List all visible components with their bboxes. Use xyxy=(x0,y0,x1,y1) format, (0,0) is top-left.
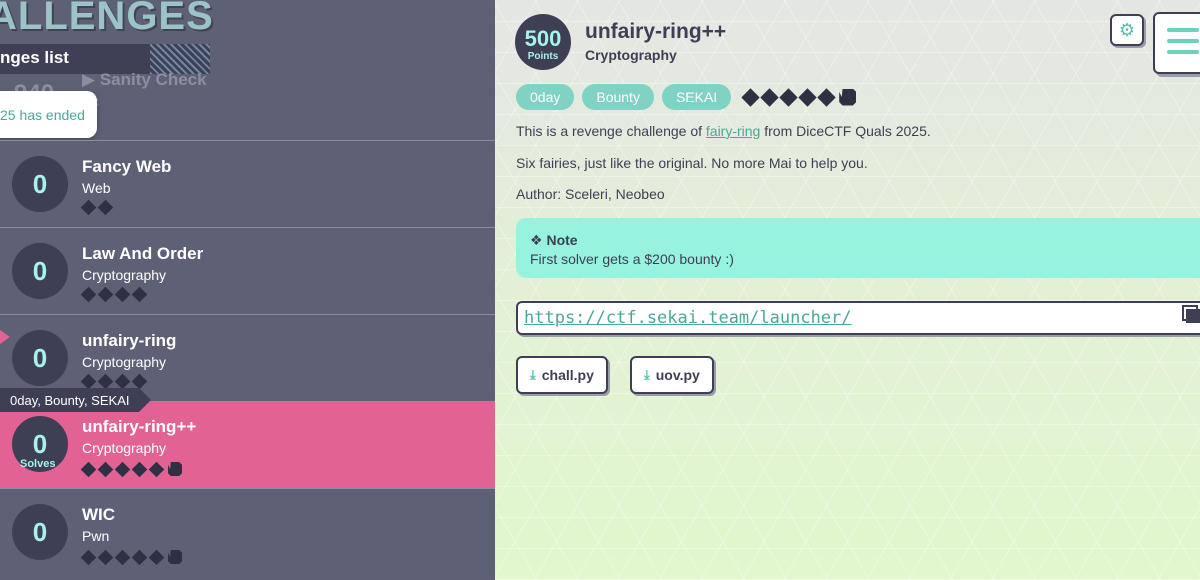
diamond-cluster-icon: ❖ xyxy=(530,232,543,248)
challenge-sidebar: ALLENGES nges list 940 ▶ Sanity Check is… xyxy=(0,0,495,580)
diamond-icon xyxy=(97,286,114,303)
diamond-icon xyxy=(114,461,131,477)
desc-text: This is a revenge challenge of xyxy=(516,123,706,139)
hamburger-line xyxy=(1167,39,1199,43)
solves-badge: 0 xyxy=(12,504,68,560)
challenge-item[interactable]: 0 Law And Order Cryptography xyxy=(0,227,495,314)
challenge-list: 0 Fancy Web Web 0 Law And Order Cryptogr… xyxy=(0,140,495,575)
diamond-icon xyxy=(114,286,131,303)
fairy-ring-link[interactable]: fairy-ring xyxy=(706,123,760,139)
diamond-icon xyxy=(97,549,114,565)
challenge-name: WIC xyxy=(82,505,116,524)
challenges-list-subtitle: nges list xyxy=(0,48,69,67)
points-value: 500 xyxy=(524,26,562,51)
diamond-icon xyxy=(131,373,148,390)
challenge-item[interactable]: 0 Fancy Web Web xyxy=(0,140,495,227)
diamond-icon xyxy=(97,461,114,477)
tag-0day: 0day xyxy=(516,84,575,110)
extreme-diamond-icon xyxy=(168,462,182,476)
desc-text: from DiceCTF Quals 2025. xyxy=(760,123,931,139)
solves-badge: 0 xyxy=(12,243,68,299)
difficulty-diamonds xyxy=(80,373,148,390)
gear-icon: ⚙ xyxy=(1118,19,1136,40)
difficulty-diamonds xyxy=(80,460,183,478)
tag-bounty: Bounty xyxy=(582,84,654,110)
description-line-2: Six fairies, just like the original. No … xyxy=(516,155,868,171)
challenge-detail-panel: 500 Points unfairy-ring++ Cryptography ⚙… xyxy=(495,0,1200,580)
extreme-diamond-icon xyxy=(168,550,182,564)
diamond-icon xyxy=(114,549,131,565)
diamond-icon xyxy=(80,549,97,565)
extreme-diamond-icon xyxy=(839,88,857,106)
download-icon: ⤓ xyxy=(644,367,650,382)
challenge-name: Law And Order xyxy=(82,244,204,263)
diamond-icon xyxy=(131,286,148,303)
download-chall-button[interactable]: ⤓ chall.py xyxy=(516,356,608,394)
diamond-icon xyxy=(131,461,148,477)
note-title: ❖ Note xyxy=(530,232,1200,249)
copy-icon[interactable] xyxy=(1186,309,1200,323)
difficulty-diamonds xyxy=(80,286,148,303)
diamond-icon xyxy=(798,87,817,107)
points-badge: 500 Points xyxy=(515,14,571,70)
challenges-heading: ALLENGES xyxy=(0,0,214,38)
solves-badge: 0 xyxy=(12,156,68,212)
challenge-name: unfairy-ring xyxy=(82,331,177,350)
challenge-category: Cryptography xyxy=(82,354,167,370)
challenge-name: unfairy-ring++ xyxy=(82,417,197,436)
diamond-icon xyxy=(817,87,836,107)
solves-badge: 0 xyxy=(12,330,68,386)
solves-label: Solves xyxy=(20,458,56,470)
diamond-icon xyxy=(148,461,165,477)
ended-toast: 25 has ended xyxy=(0,91,97,138)
diamond-icon xyxy=(80,461,97,477)
file-name: uov.py xyxy=(655,367,700,383)
challenge-title: unfairy-ring++ xyxy=(585,20,727,43)
challenge-category: Web xyxy=(82,180,111,196)
hover-pointer-icon xyxy=(0,330,10,344)
description-line-1: This is a revenge challenge of fairy-rin… xyxy=(516,123,931,139)
tag-list: 0day Bounty SEKAI xyxy=(516,84,857,110)
diamond-icon xyxy=(114,373,131,390)
diamond-icon xyxy=(80,199,97,216)
download-icon: ⤓ xyxy=(530,367,536,382)
diamond-icon xyxy=(760,87,779,107)
tag-sekai: SEKAI xyxy=(661,84,732,110)
diamond-icon xyxy=(741,87,760,107)
diamond-icon xyxy=(97,199,114,216)
diamond-icon xyxy=(97,373,114,390)
launcher-url-link[interactable]: https://ctf.sekai.team/launcher/ xyxy=(516,301,1200,335)
challenge-category: Cryptography xyxy=(82,267,167,283)
diamond-icon xyxy=(80,373,97,390)
challenge-category: Cryptography xyxy=(585,47,677,63)
challenge-category: Pwn xyxy=(82,528,110,544)
challenge-item-selected[interactable]: 0 Solves unfairy-ring++ Cryptography xyxy=(0,401,495,488)
settings-button[interactable]: ⚙ xyxy=(1110,14,1144,46)
ghost-item-name: ▶ Sanity Check xyxy=(82,70,207,89)
diamond-icon xyxy=(779,87,798,107)
hamburger-icon xyxy=(1167,28,1199,32)
challenge-name: Fancy Web xyxy=(82,157,172,176)
difficulty-diamonds xyxy=(80,548,183,566)
author-line: Author: Sceleri, Neobeo xyxy=(516,186,665,202)
file-name: chall.py xyxy=(541,367,594,383)
download-uov-button[interactable]: ⤓ uov.py xyxy=(630,356,714,394)
challenge-item[interactable]: 0 WIC Pwn xyxy=(0,488,495,575)
difficulty-diamonds xyxy=(80,199,114,216)
tags-tooltip: 0day, Bounty, SEKAI xyxy=(0,388,153,412)
note-body: First solver gets a $200 bounty :) xyxy=(530,251,734,267)
diamond-icon xyxy=(80,286,97,303)
challenge-category: Cryptography xyxy=(82,440,167,456)
points-label: Points xyxy=(527,51,559,62)
hamburger-line xyxy=(1167,50,1199,54)
difficulty-diamonds xyxy=(741,87,857,108)
diamond-icon xyxy=(131,549,148,565)
menu-button[interactable] xyxy=(1153,12,1200,74)
note-callout: ❖ Note First solver gets a $200 bounty :… xyxy=(516,218,1200,278)
diamond-icon xyxy=(148,549,165,565)
note-title-text: Note xyxy=(546,232,578,248)
